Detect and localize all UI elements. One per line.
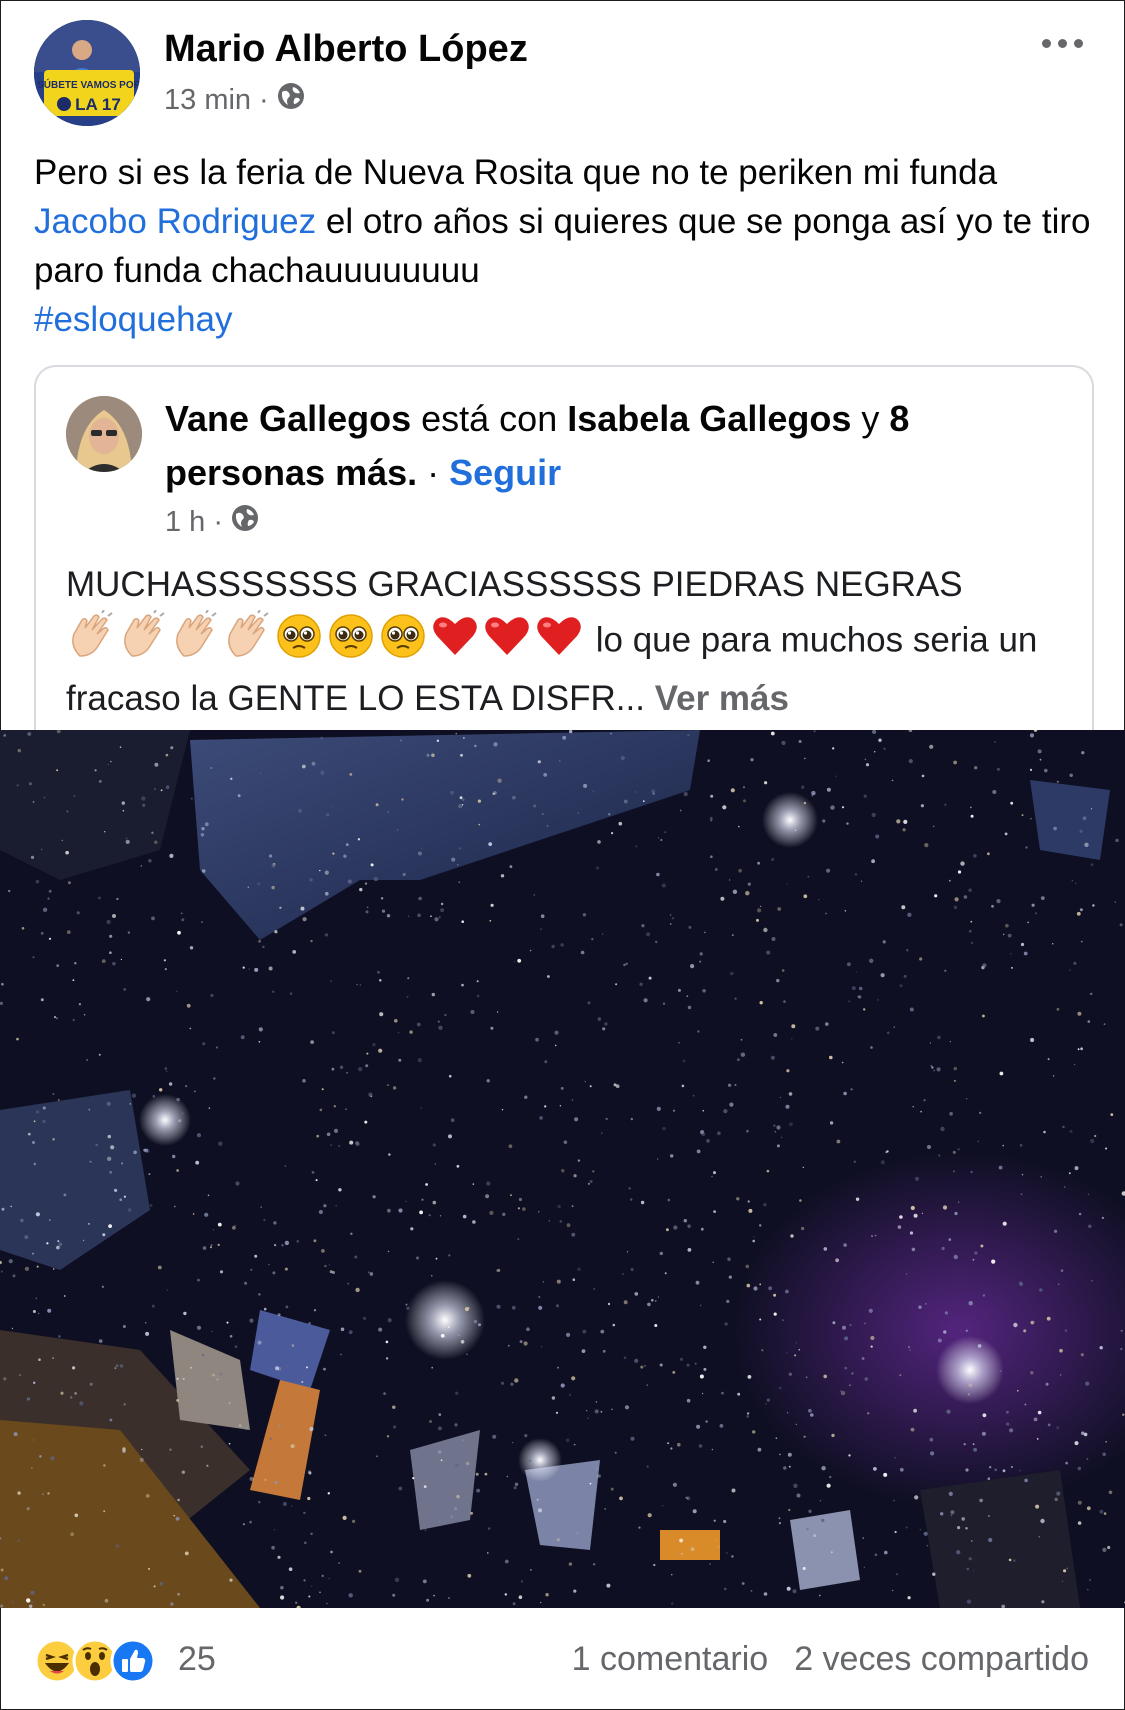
shared-text-part: MUCHASSSSSSS GRACIASSSSSS PIEDRAS NEGRAS <box>66 565 963 604</box>
shared-post-text: MUCHASSSSSSS GRACIASSSSSS PIEDRAS NEGRAS… <box>66 560 1076 724</box>
heart-emoji-icon <box>482 610 532 674</box>
reaction-count[interactable]: 25 <box>178 1640 216 1679</box>
follow-button[interactable]: Seguir <box>449 452 561 493</box>
post-text-part: Pero si es la feria de Nueva Rosita que … <box>34 153 998 192</box>
reactions-summary[interactable] <box>34 1638 156 1684</box>
like-reaction-icon <box>110 1638 156 1684</box>
post-text: Pero si es la feria de Nueva Rosita que … <box>34 148 1094 344</box>
clap-emoji-icon <box>118 609 168 674</box>
post-meta: 13 min · <box>164 82 305 118</box>
header-text: está con <box>411 398 568 439</box>
shared-post-meta: 1 h · <box>165 504 259 540</box>
author-avatar[interactable]: SÚBETE VAMOS POR LA 17 <box>34 20 140 126</box>
clap-emoji-icon <box>66 609 116 674</box>
shares-count[interactable]: 2 veces compartido <box>794 1640 1089 1678</box>
see-more-link[interactable]: Ver más <box>655 679 789 718</box>
header-text: · <box>417 452 450 493</box>
post-time[interactable]: 13 min <box>164 84 251 117</box>
shared-post-time[interactable]: 1 h <box>165 506 205 539</box>
post-stats: 1 comentario 2 veces compartido <box>572 1640 1089 1679</box>
pleading-face-emoji-icon <box>326 610 376 674</box>
meta-separator: · <box>213 505 223 538</box>
globe-icon <box>277 82 305 118</box>
post-footer: 25 1 comentario 2 veces compartido <box>0 1612 1125 1708</box>
author-name[interactable]: Mario Alberto López <box>164 28 528 71</box>
meta-separator: · <box>259 83 269 116</box>
comments-count[interactable]: 1 comentario <box>572 1640 769 1678</box>
svg-text:SÚBETE VAMOS POR: SÚBETE VAMOS POR <box>37 78 140 91</box>
heart-emoji-icon <box>430 610 480 674</box>
mention-link[interactable]: Jacobo Rodriguez <box>34 202 316 241</box>
more-options-icon[interactable] <box>1042 28 1092 58</box>
clap-emoji-icon <box>170 609 220 674</box>
clap-emoji-icon <box>222 609 272 674</box>
pleading-face-emoji-icon <box>378 610 428 674</box>
shared-author-avatar[interactable] <box>66 396 142 472</box>
shared-post-header: Vane Gallegos está con Isabela Gallegos … <box>165 392 1045 500</box>
hashtag-link[interactable]: #esloquehay <box>34 300 233 339</box>
header-text: y <box>851 398 890 439</box>
tagged-person[interactable]: Isabela Gallegos <box>567 398 851 439</box>
pleading-face-emoji-icon <box>274 610 324 674</box>
svg-text:LA 17: LA 17 <box>75 95 121 114</box>
post-photo[interactable] <box>0 730 1125 1608</box>
heart-emoji-icon <box>534 610 584 674</box>
shared-author-name[interactable]: Vane Gallegos <box>165 398 411 439</box>
globe-icon <box>231 504 259 540</box>
